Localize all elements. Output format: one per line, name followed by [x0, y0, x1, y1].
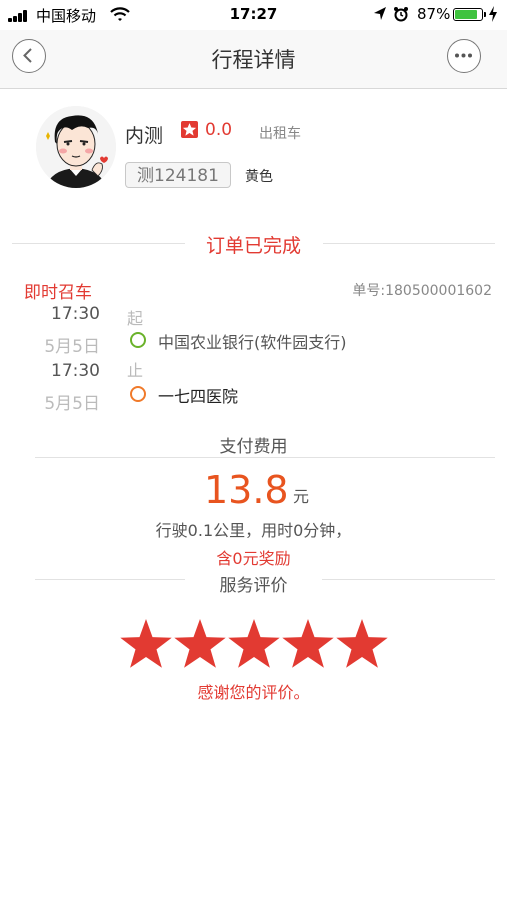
- fee-title: 支付费用: [219, 437, 288, 457]
- driver-avatar[interactable]: [36, 106, 116, 188]
- license-plate: 测124181: [125, 162, 231, 188]
- end-date: 5月5日: [44, 394, 100, 414]
- charging-bolt-icon: [488, 6, 498, 26]
- fee-unit: 元: [293, 487, 310, 506]
- page-title: 行程详情: [211, 48, 296, 72]
- driver-name: 内测: [125, 125, 164, 147]
- order-status: 订单已完成: [205, 235, 301, 257]
- battery-percent: 87%: [417, 5, 451, 23]
- rating-stars-svg: [120, 619, 388, 668]
- end-time: 17:30: [51, 361, 100, 381]
- star-icon: [181, 121, 198, 138]
- vehicle-type: 出租车: [259, 126, 301, 142]
- star-icon[interactable]: [120, 619, 172, 668]
- end-mark: 止: [127, 361, 144, 380]
- vehicle-color: 黄色: [245, 169, 273, 185]
- start-date: 5月5日: [44, 337, 100, 357]
- alarm-icon: [393, 6, 409, 26]
- status-bar: 中国移动 17:27 87%: [0, 0, 507, 30]
- start-address: 中国农业银行(软件园支行): [158, 333, 347, 352]
- rating-stars: [120, 616, 390, 672]
- more-button[interactable]: [447, 39, 481, 73]
- fee-description: 行驶0.1公里，用时0分钟，: [155, 521, 352, 540]
- fee-amount: 13.8: [204, 468, 289, 512]
- battery-icon: [453, 8, 486, 21]
- start-mark: 起: [127, 309, 144, 328]
- location-arrow-icon: [373, 6, 387, 26]
- star-icon[interactable]: [336, 619, 388, 668]
- star-icon[interactable]: [174, 619, 226, 668]
- driver-rating: 0.0: [205, 120, 233, 140]
- review-title: 服务评价: [219, 576, 288, 596]
- end-address: 一七四医院: [158, 387, 239, 406]
- order-number: 单号:180500001602: [352, 283, 492, 299]
- star-icon[interactable]: [282, 619, 334, 668]
- review-thanks: 感谢您的评价。: [197, 683, 310, 702]
- more-dots-icon: [455, 53, 472, 58]
- order-type: 即时召车: [24, 283, 92, 303]
- divider: [35, 457, 495, 458]
- nav-bar: 行程详情: [0, 30, 507, 89]
- star-icon[interactable]: [228, 619, 280, 668]
- start-location-icon: [130, 332, 146, 348]
- start-time: 17:30: [51, 304, 100, 324]
- fee-bonus: 含0元奖励: [216, 549, 291, 568]
- end-location-icon: [130, 386, 146, 402]
